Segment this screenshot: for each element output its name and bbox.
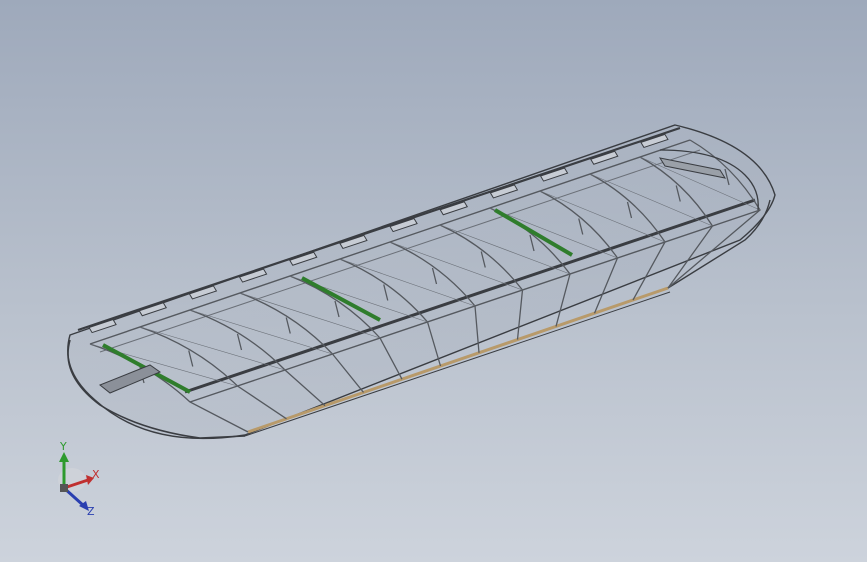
coordinate-triad: Y X Z xyxy=(58,440,100,518)
triad-y-arrow xyxy=(59,452,69,462)
graphics-viewport[interactable]: Y X Z xyxy=(0,0,867,562)
triad-x-label: X xyxy=(92,468,100,481)
wing-structure-model[interactable] xyxy=(0,0,867,562)
wing-outline xyxy=(67,124,776,440)
triad-y-label: Y xyxy=(59,440,67,453)
coordinate-triad-icon: Y X Z xyxy=(58,440,100,518)
triad-z-label: Z xyxy=(87,505,95,518)
